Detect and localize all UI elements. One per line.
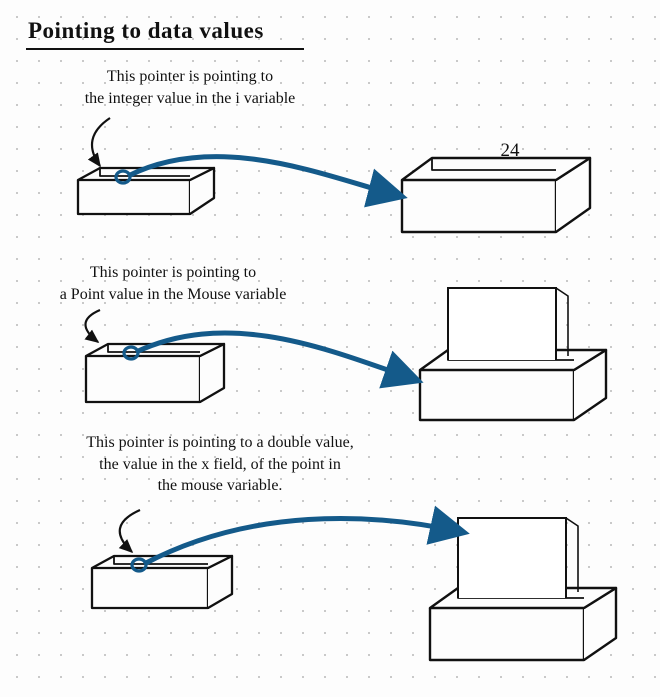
int-i-value: 24 — [470, 138, 550, 164]
mouse-card-y-1: y = 73 — [466, 320, 499, 338]
mouse-box-label-1: point_2d mouse — [448, 378, 578, 418]
mouse-card-x-2: x = 24 — [476, 528, 509, 546]
diagram-stage: Pointing to data values This pointer is … — [0, 0, 660, 697]
p2-indicator-arrow-icon — [85, 310, 100, 342]
caption-3: This pointer is pointing to a double val… — [20, 432, 420, 497]
mouse-card-x-1: x = 24 — [466, 298, 499, 316]
caption-1: This pointer is pointing to the integer … — [30, 66, 350, 109]
mouse-card-y-2: y = 73 — [476, 550, 509, 568]
page-title: Pointing to data values — [28, 18, 264, 44]
mouse-box-label-2: point_2d mouse — [458, 617, 588, 657]
arrow-p1-to-i-icon — [128, 157, 400, 196]
arrow-p3-to-x-icon — [144, 518, 462, 564]
p1-bits: 10100101 — [96, 169, 148, 184]
p3-indicator-arrow-icon — [120, 510, 140, 552]
p2-bits: 10100101 — [102, 345, 154, 360]
p2-label: point_2d *p2 — [102, 363, 212, 399]
p1-label: int *p1 — [100, 192, 210, 214]
caption-2: This pointer is pointing to a Point valu… — [18, 262, 328, 305]
p3-bits: 10100101 — [112, 556, 164, 571]
title-underline — [26, 48, 304, 50]
int-i-label: int i — [440, 200, 560, 223]
p3-label: double *p3 — [100, 582, 220, 602]
p1-indicator-arrow-icon — [92, 118, 110, 166]
